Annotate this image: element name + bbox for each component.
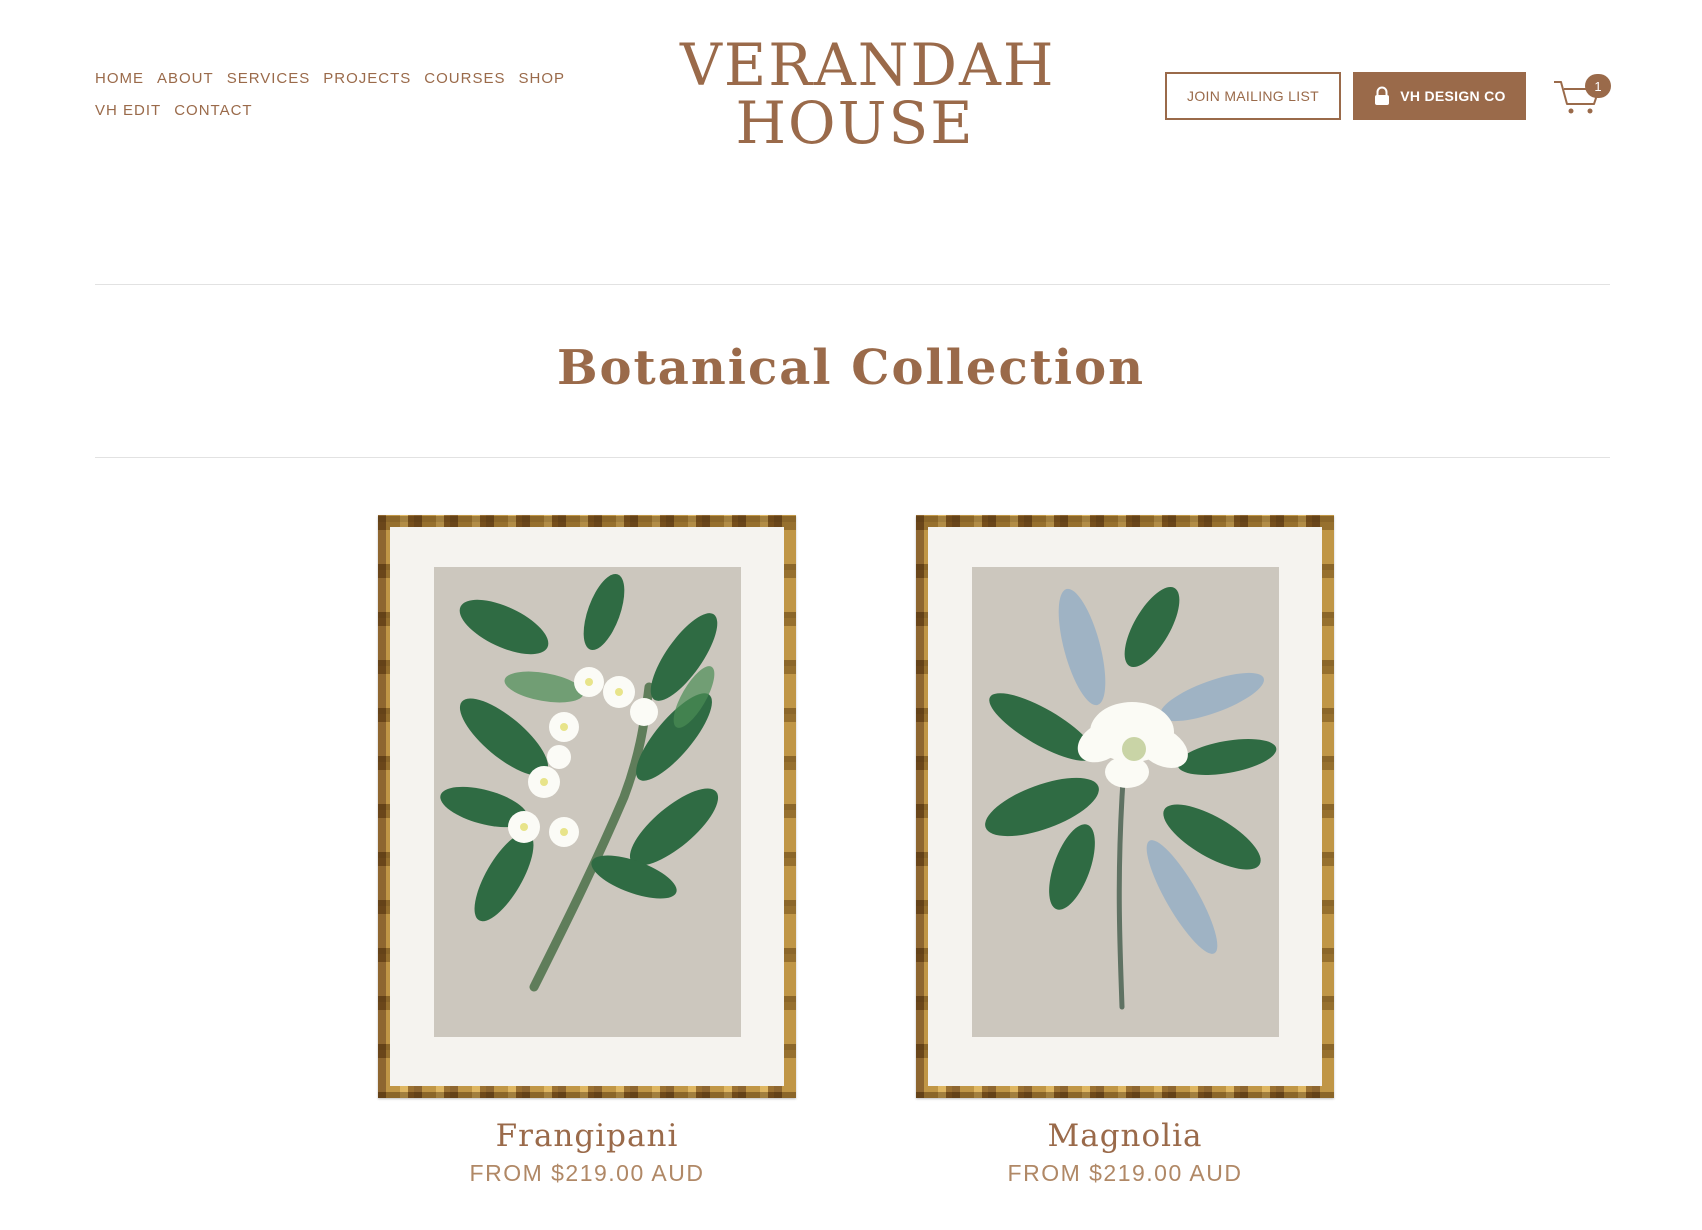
site-logo[interactable]: VERANDAH HOUSE xyxy=(680,31,1056,157)
page-title: Botanical Collection xyxy=(556,340,1146,396)
logo-line-1: VERANDAH xyxy=(680,31,1056,99)
magnolia-illustration xyxy=(984,586,1276,1009)
print-mat xyxy=(390,527,784,1086)
vh-design-co-button[interactable]: VH DESIGN CO xyxy=(1353,72,1526,120)
nav-about[interactable]: ABOUT xyxy=(157,70,214,88)
main-nav: HOME ABOUT SERVICES PROJECTS COURSES SHO… xyxy=(95,70,615,120)
nav-shop[interactable]: SHOP xyxy=(518,70,565,88)
product-name[interactable]: Frangipani xyxy=(378,1118,796,1154)
frangipani-artwork xyxy=(433,566,741,1037)
print-mat xyxy=(928,527,1322,1086)
product-image-frangipani[interactable] xyxy=(378,515,796,1098)
nav-home[interactable]: HOME xyxy=(95,70,144,88)
product-name[interactable]: Magnolia xyxy=(916,1118,1334,1154)
nav-courses[interactable]: COURSES xyxy=(424,70,505,88)
vh-design-co-label: VH DESIGN CO xyxy=(1400,88,1506,104)
nav-contact[interactable]: CONTACT xyxy=(174,102,252,120)
join-mailing-list-button[interactable]: JOIN MAILING LIST xyxy=(1165,72,1341,120)
product-image-magnolia[interactable] xyxy=(916,515,1334,1098)
product-price: FROM $219.00 AUD xyxy=(469,1160,705,1186)
divider-top xyxy=(95,284,1610,285)
product-card-magnolia[interactable]: Magnolia FROM $219.00 AUD xyxy=(916,515,1334,1187)
logo-line-2: HOUSE xyxy=(735,89,975,157)
product-card-frangipani[interactable]: Frangipani FROM $219.00 AUD xyxy=(378,515,796,1187)
lock-icon xyxy=(1375,86,1390,105)
product-price: FROM $219.00 AUD xyxy=(1007,1160,1243,1186)
frangipani-illustration xyxy=(439,573,718,991)
nav-projects[interactable]: PROJECTS xyxy=(323,70,411,88)
divider-bottom xyxy=(95,457,1610,458)
magnolia-artwork xyxy=(971,566,1279,1037)
site-header: HOME ABOUT SERVICES PROJECTS COURSES SHO… xyxy=(0,0,1702,200)
nav-vh-edit[interactable]: VH EDIT xyxy=(95,102,161,120)
cart-count-badge: 1 xyxy=(1585,74,1611,98)
nav-services[interactable]: SERVICES xyxy=(227,70,311,88)
